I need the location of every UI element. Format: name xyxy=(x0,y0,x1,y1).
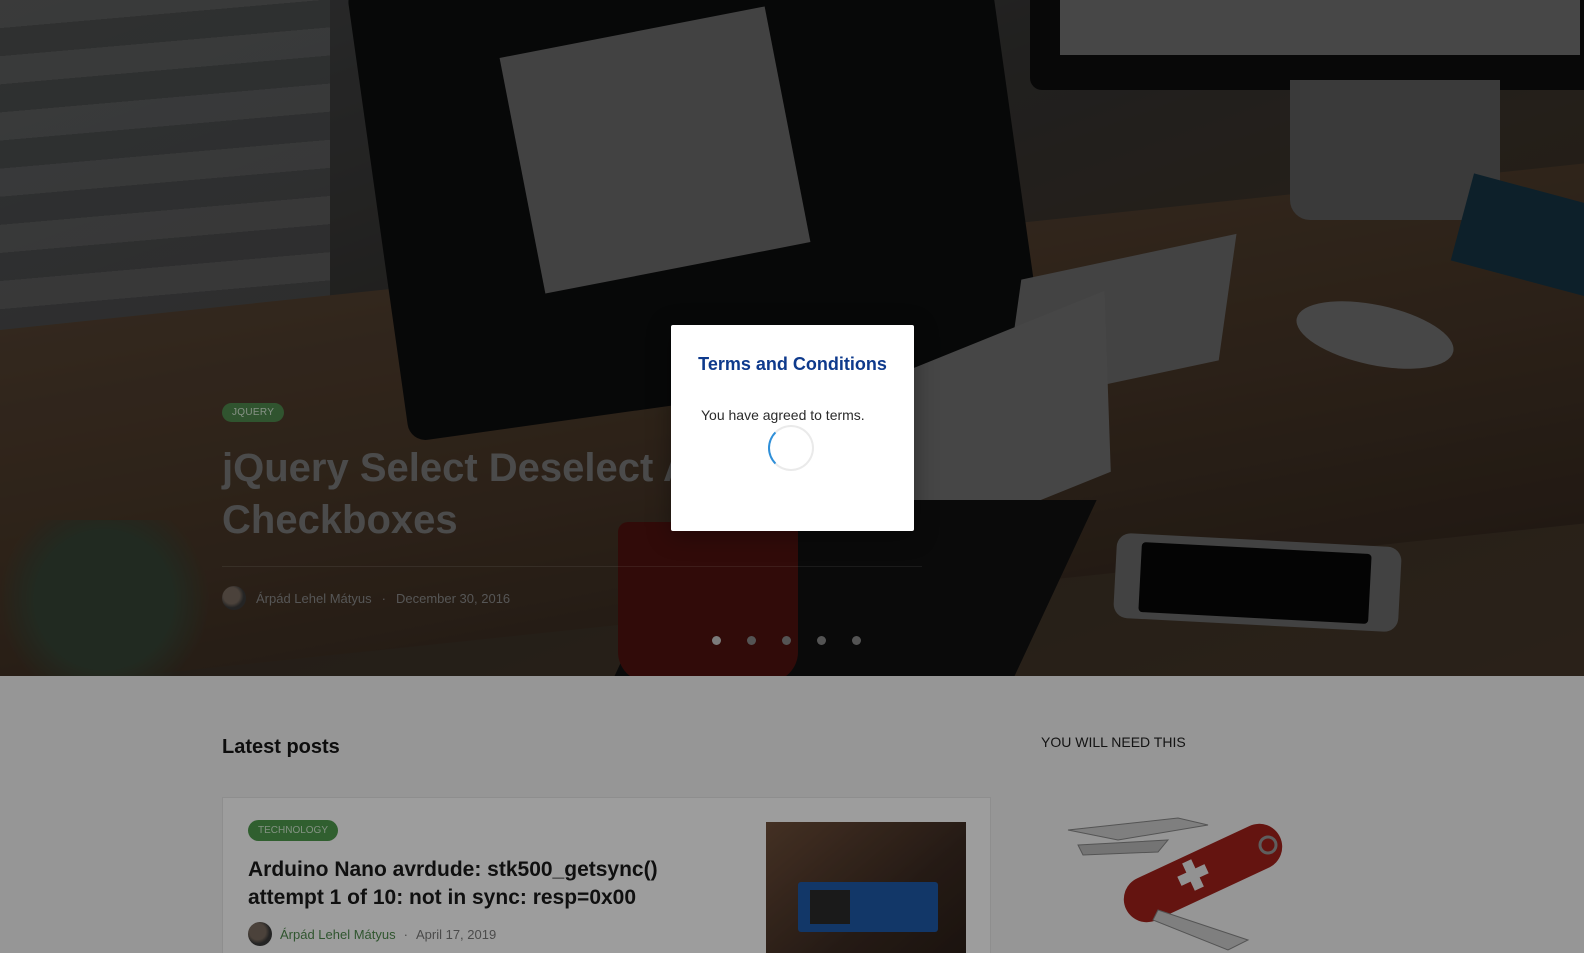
modal-message: You have agreed to terms. xyxy=(701,407,865,423)
modal-title: Terms and Conditions xyxy=(698,354,887,374)
terms-modal: Terms and Conditions You have agreed to … xyxy=(671,325,914,531)
loading-spinner-icon xyxy=(768,425,814,471)
